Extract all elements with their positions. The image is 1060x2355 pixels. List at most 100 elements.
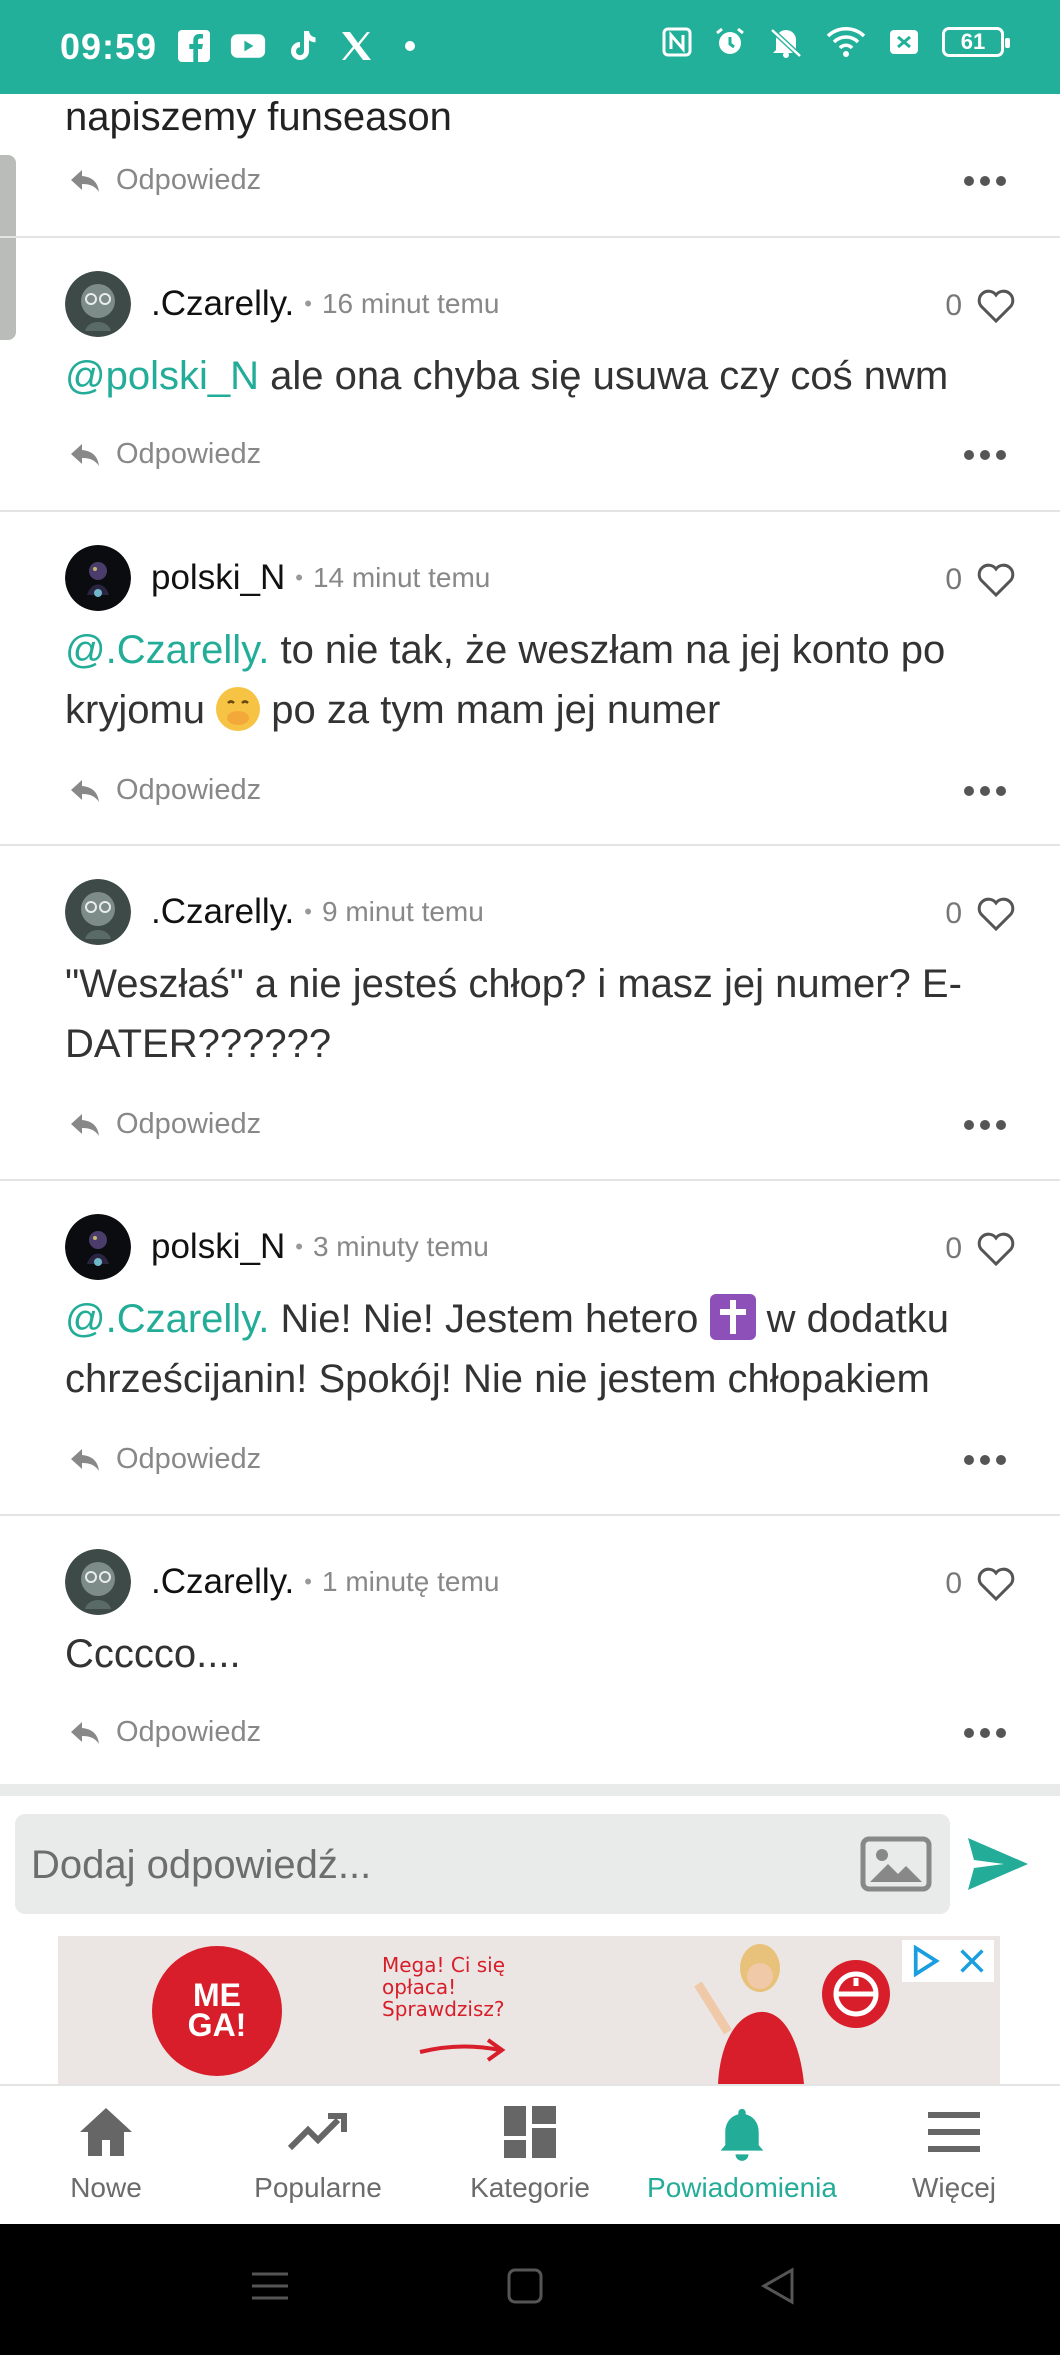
reply-icon [71,1448,99,1471]
ad-logo: ME GA! [152,1946,282,2076]
avatar[interactable] [65,879,131,945]
ad-close-icon[interactable] [959,1948,985,1974]
like-count: 0 [945,1232,962,1265]
more-options-button[interactable] [964,450,1006,460]
comment-list: napiszemy funseason Odpowiedz .Czarelly.… [0,94,1060,1788]
mention-link[interactable]: @.Czarelly. [65,1297,269,1341]
heart-icon[interactable] [976,562,1016,598]
username[interactable]: .Czarelly. [151,284,294,324]
heart-icon[interactable] [976,1566,1016,1602]
more-options-button[interactable] [964,1120,1006,1130]
reply-label: Odpowiedz [116,164,262,196]
nav-item-powiadomienia[interactable]: Powiadomienia [636,2086,848,2226]
nav-label: Nowe [70,2172,142,2203]
nav-item-nowe[interactable]: Nowe [0,2086,212,2226]
youtube-icon [230,34,266,58]
wifi-icon [826,27,866,57]
comment-time: 14 minut temu [312,562,491,593]
more-options-button[interactable] [964,1455,1006,1465]
reply-input[interactable] [29,1814,853,1916]
reply-button[interactable]: Odpowiedz [68,774,261,807]
bell-icon [720,2108,764,2161]
ad-choices[interactable] [902,1940,994,1982]
ad-logo-line2: GA! [187,2007,247,2043]
dot-icon [405,41,415,51]
comment-time: 9 minut temu [321,896,484,927]
avatar[interactable] [65,1549,131,1615]
facebook-icon [178,30,210,62]
home-button-icon[interactable] [505,2266,545,2306]
comment-item: .Czarelly. • 9 minut temu 0 "Weszłaś" a … [0,846,1060,1181]
home-icon [80,2108,132,2156]
partial-comment: napiszemy funseason Odpowiedz [0,94,1060,238]
ad-line3: Sprawdzisz? [382,1997,505,2021]
image-attach-icon[interactable] [860,1836,932,1892]
back-icon[interactable] [758,2266,798,2306]
avatar[interactable] [65,545,131,611]
comment-text-body-end: po za tym mam jej numer [260,688,721,732]
comment-text: napiszemy funseason [65,95,452,139]
reply-label: Odpowiedz [116,1716,262,1748]
username[interactable]: polski_N [151,1227,285,1267]
sim-icon [890,30,918,54]
mention-link[interactable]: @polski_N [65,354,259,398]
face-with-hand-over-mouth-icon [216,687,261,731]
more-options-button[interactable] [964,1728,1006,1738]
advertisement-banner[interactable]: ME GA! Mega! Ci się opłaca! Sprawdzisz? [58,1936,1000,2084]
nav-label: Kategorie [470,2172,590,2203]
system-navigation-bar [0,2224,1060,2355]
comment-text: @.Czarelly. Nie! Nie! Jestem hetero w do… [65,1289,1025,1409]
nfc-icon [662,27,692,57]
username[interactable]: .Czarelly. [151,1562,294,1602]
reply-button[interactable]: Odpowiedz [68,1716,261,1749]
comment-time: 16 minut temu [321,288,500,319]
reply-button[interactable]: Odpowiedz [68,438,261,471]
heart-icon[interactable] [976,896,1016,932]
heart-icon[interactable] [976,288,1016,324]
categories-icon [504,2106,556,2158]
divider [0,1784,1060,1796]
reply-composer [0,1796,1060,1934]
more-options-button[interactable] [964,786,1006,796]
comment-text: @.Czarelly. to nie tak, że weszłam na je… [65,620,1025,740]
tiktok-icon [291,31,316,60]
recent-apps-icon[interactable] [250,2266,290,2306]
ad-arrow-icon [419,2038,506,2062]
more-options-button[interactable] [964,176,1006,186]
ad-logo-line1: ME [193,1977,241,2013]
username[interactable]: polski_N [151,558,285,598]
comment-time: 3 minuty temu [312,1231,489,1262]
reply-button[interactable]: Odpowiedz [68,1108,261,1141]
separator-dot: • [304,899,312,924]
trending-icon [287,2113,347,2151]
x-icon [342,32,371,60]
like-control[interactable]: 0 [945,1566,1016,1602]
comment-text: Ccccco.... [65,1632,241,1676]
ad-line1: Mega! Ci się [382,1953,506,1977]
send-icon[interactable] [966,1836,1030,1892]
like-control[interactable]: 0 [945,288,1016,324]
battery-icon: 61 [942,27,1010,57]
avatar[interactable] [65,271,131,337]
reply-icon [71,779,99,802]
status-time: 09:59 [60,26,158,67]
menu-icon [928,2112,980,2152]
like-control[interactable]: 0 [945,1231,1016,1267]
heart-icon[interactable] [976,1231,1016,1267]
like-count: 0 [945,1567,962,1600]
nav-item-popularne[interactable]: Popularne [212,2086,424,2226]
mute-icon [770,28,802,58]
mention-link[interactable]: @.Czarelly. [65,628,269,672]
nav-item-kategorie[interactable]: Kategorie [424,2086,636,2226]
ad-choices-icon[interactable] [912,1945,940,1977]
like-control[interactable]: 0 [945,562,1016,598]
username[interactable]: .Czarelly. [151,892,294,932]
reply-button[interactable]: Odpowiedz [68,1443,261,1476]
like-control[interactable]: 0 [945,896,1016,932]
comment-text: @polski_N ale ona chyba się usuwa czy co… [65,346,1025,406]
battery-level: 61 [960,29,986,54]
reply-button[interactable]: Odpowiedz [68,164,261,197]
comment-text-body: ale ona chyba się usuwa czy coś nwm [259,354,949,398]
avatar[interactable] [65,1214,131,1280]
nav-item-wiecej[interactable]: Więcej [848,2086,1060,2226]
